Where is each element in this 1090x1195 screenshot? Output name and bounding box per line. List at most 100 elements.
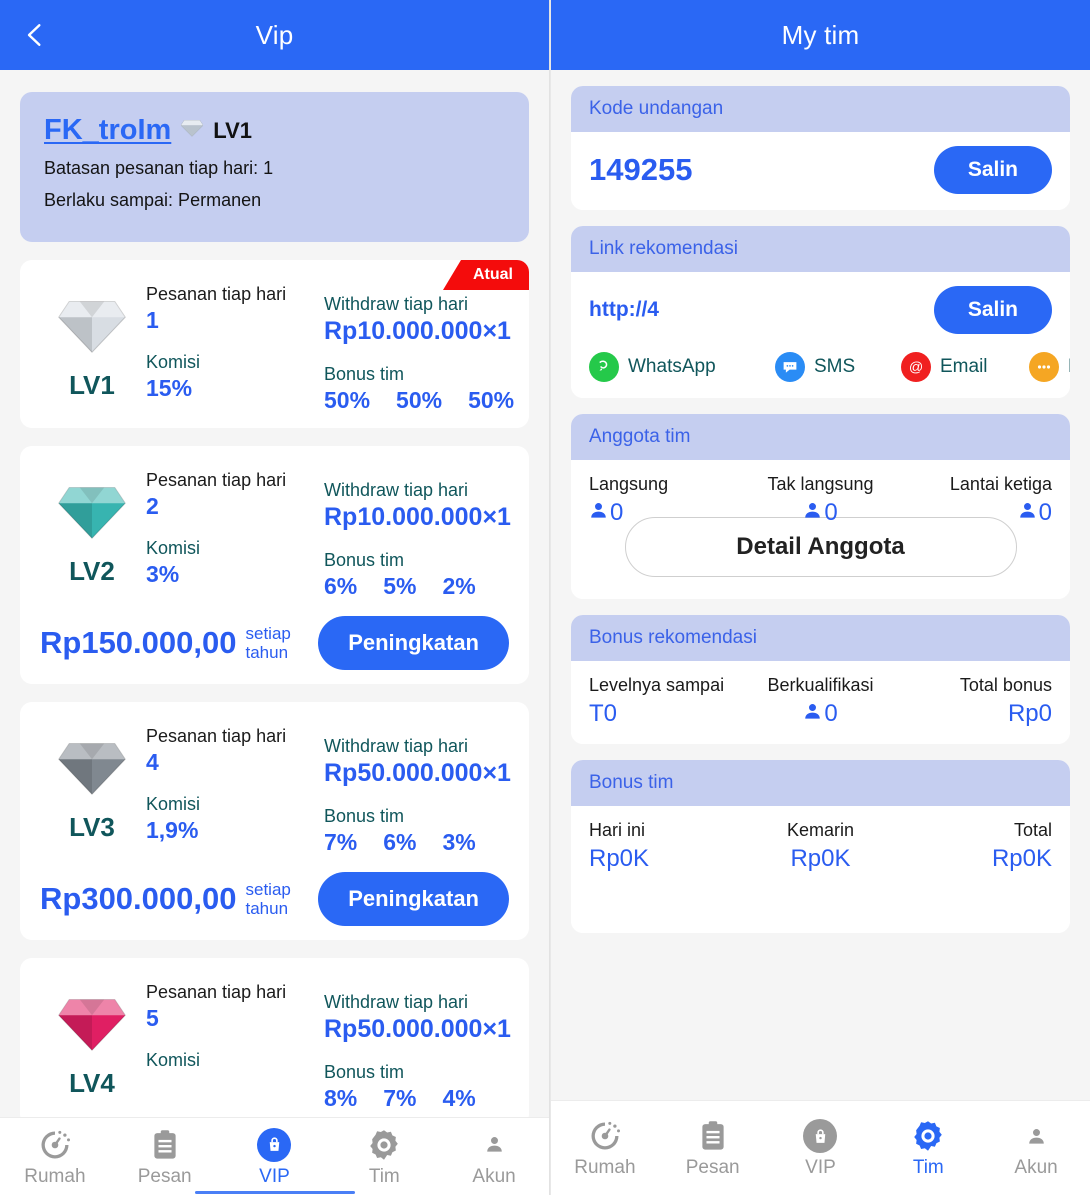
tim-bottom-tabbar: Rumah Pesan VIP Tim Akun bbox=[551, 1100, 1090, 1195]
tab-pesan[interactable]: Pesan bbox=[110, 1126, 220, 1188]
invite-code-value: 149255 bbox=[589, 152, 693, 187]
vip-level-card[interactable]: LV2 Pesanan tiap hari 2 Komisi 3% Withdraw ti… bbox=[20, 446, 529, 685]
person-icon bbox=[1018, 499, 1037, 527]
invite-code-section: Kode undangan 149255 Salin bbox=[571, 86, 1070, 210]
level-label: LV4 bbox=[69, 1068, 115, 1099]
profile-level: LV1 bbox=[213, 117, 253, 143]
section-title: Link rekomendasi bbox=[589, 238, 738, 259]
commission-value: 3% bbox=[146, 561, 180, 588]
tab-tim[interactable]: Tim bbox=[874, 1117, 982, 1179]
tab-label: Akun bbox=[472, 1165, 516, 1187]
tab-tim[interactable]: Tim bbox=[329, 1126, 439, 1188]
share-option-email[interactable]: @ Email bbox=[901, 352, 1029, 382]
referral-link-body: http://4 Salin WhatsApp SMS @ Email Mais bbox=[571, 272, 1070, 398]
bonus-rec-value: T0 bbox=[589, 700, 618, 727]
tab-rumah[interactable]: Rumah bbox=[551, 1117, 659, 1179]
withdraw-value: Rp50.000.000×1 bbox=[324, 759, 511, 788]
speedometer-icon bbox=[36, 1126, 74, 1164]
bonus-recommendation-header: Bonus rekomendasi bbox=[571, 615, 1070, 661]
person-icon bbox=[1017, 1117, 1055, 1155]
tab-pesan[interactable]: Pesan bbox=[659, 1117, 767, 1179]
diamond-icon bbox=[55, 996, 129, 1052]
team-bonus-value: 7% bbox=[383, 1085, 417, 1112]
team-bonus-label: Bonus tim bbox=[324, 1062, 405, 1083]
svg-text:@: @ bbox=[909, 360, 923, 376]
team-bonus-body: Hari ini Rp0K Kemarin Rp0K Total Rp0K bbox=[571, 806, 1070, 933]
section-title: Kode undangan bbox=[589, 98, 724, 119]
orders-per-day-label: Pesanan tiap hari bbox=[146, 726, 287, 747]
referral-link-value[interactable]: http://4 bbox=[589, 298, 659, 322]
vip-scroll-area[interactable]: FK_troIm LV1 Batasan pesanan tiap hari: … bbox=[0, 70, 549, 1195]
team-bonus-label: Kemarin bbox=[786, 820, 854, 840]
tim-scroll-area[interactable]: Kode undangan 149255 Salin Link rekomend… bbox=[551, 70, 1090, 1195]
tab-akun[interactable]: Akun bbox=[982, 1117, 1090, 1179]
tab-label: Pesan bbox=[137, 1165, 192, 1187]
member-count-value: 0 bbox=[898, 499, 1052, 527]
invite-code-body: 149255 Salin bbox=[571, 132, 1070, 210]
share-option-sms[interactable]: SMS bbox=[775, 352, 901, 382]
lock-bag-icon bbox=[255, 1126, 293, 1164]
share-option-mais[interactable]: Mais bbox=[1029, 352, 1070, 382]
member-count-cell: Langsung 0 bbox=[589, 474, 743, 527]
diamond-icon bbox=[55, 484, 129, 540]
bonus-rec-value: Rp0 bbox=[1007, 700, 1052, 727]
tab-rumah[interactable]: Rumah bbox=[0, 1126, 110, 1188]
withdraw-label: Withdraw tiap hari bbox=[324, 294, 469, 314]
team-bonus-cell: Kemarin Rp0K bbox=[743, 820, 897, 873]
member-count-label: Lantai ketiga bbox=[949, 474, 1052, 494]
vip-level-card[interactable]: LV3 Pesanan tiap hari 4 Komisi 1,9% Withdraw … bbox=[20, 702, 529, 941]
profile-validity: Berlaku sampai: Permanen bbox=[44, 190, 262, 210]
section-title: Bonus rekomendasi bbox=[589, 627, 757, 648]
tab-vip[interactable]: VIP bbox=[220, 1126, 330, 1188]
team-bonus-value: 6% bbox=[383, 829, 417, 856]
commission-label: Komisi bbox=[146, 794, 201, 815]
tab-akun[interactable]: Akun bbox=[439, 1126, 549, 1188]
status-badge: Atual bbox=[443, 260, 529, 290]
referral-link-section: Link rekomendasi http://4 Salin WhatsApp… bbox=[571, 226, 1070, 398]
team-bonus-value: 2% bbox=[442, 573, 476, 600]
tim-panel: My tim Kode undangan 149255 Salin Link r… bbox=[550, 0, 1090, 1195]
bonus-recommendation-row: Levelnya sampai T0 Berkualifikasi 0 Total bo… bbox=[589, 675, 1052, 728]
sms-bubble-icon bbox=[775, 352, 805, 382]
upgrade-button[interactable]: Peningkatan bbox=[318, 872, 509, 927]
tab-label: Tim bbox=[912, 1157, 944, 1178]
bonus-recommendation-body: Levelnya sampai T0 Berkualifikasi 0 Total bo… bbox=[571, 661, 1070, 744]
diamond-icon bbox=[55, 298, 129, 354]
team-bonus-header: Bonus tim bbox=[571, 760, 1070, 806]
level-label: LV3 bbox=[69, 812, 115, 843]
copy-invite-code-button[interactable]: Salin bbox=[933, 146, 1052, 194]
bonus-rec-cell: Levelnya sampai T0 bbox=[589, 675, 743, 728]
member-count-label: Tak langsung bbox=[767, 474, 874, 494]
team-members-header: Anggota tim bbox=[571, 414, 1070, 460]
vip-level-list: Atual LV1 Pesanan tiap hari 1 Komisi 15% Withd… bbox=[20, 260, 529, 1127]
lock-bag-icon bbox=[801, 1117, 839, 1155]
share-option-whatsapp[interactable]: WhatsApp bbox=[589, 352, 775, 382]
upgrade-button[interactable]: Peningkatan bbox=[318, 616, 509, 671]
referral-link-header: Link rekomendasi bbox=[571, 226, 1070, 272]
back-chevron-icon[interactable] bbox=[22, 22, 48, 48]
team-bonus-row: Hari ini Rp0K Kemarin Rp0K Total Rp0K bbox=[589, 820, 1052, 873]
team-bonus-value: 50% bbox=[396, 387, 443, 414]
tab-vip[interactable]: VIP bbox=[767, 1117, 875, 1179]
vip-level-card[interactable]: Atual LV1 Pesanan tiap hari 1 Komisi 15% Withd… bbox=[20, 260, 529, 429]
vip-level-card[interactable]: LV4 Pesanan tiap hari 5 Komisi Withdraw tiap… bbox=[20, 958, 529, 1127]
vip-panel: Vip FK_troIm LV1 Batasan pesanan tiap ha… bbox=[0, 0, 550, 1195]
speedometer-icon bbox=[586, 1117, 624, 1155]
dual-phone-screenshot: Vip FK_troIm LV1 Batasan pesanan tiap ha… bbox=[0, 0, 1090, 1195]
bonus-rec-cell: Total bonus Rp0 bbox=[898, 675, 1052, 728]
team-bonus-value: Rp0K bbox=[790, 845, 851, 872]
withdraw-label: Withdraw tiap hari bbox=[324, 480, 469, 501]
tab-label: Rumah bbox=[24, 1165, 86, 1187]
page-title: Vip bbox=[255, 19, 294, 50]
profile-username[interactable]: FK_troIm bbox=[44, 114, 171, 147]
commission-value: 15% bbox=[146, 375, 193, 402]
team-bonus-label: Bonus tim bbox=[324, 806, 405, 827]
person-icon bbox=[803, 499, 822, 527]
profile-card: FK_troIm LV1 Batasan pesanan tiap hari: … bbox=[20, 92, 529, 242]
team-bonus-value: 6% bbox=[324, 573, 358, 600]
person-icon bbox=[803, 700, 822, 728]
withdraw-label: Withdraw tiap hari bbox=[324, 992, 469, 1013]
member-count-value: 0 bbox=[589, 499, 743, 527]
copy-referral-link-button[interactable]: Salin bbox=[933, 286, 1052, 334]
team-bonus-value: 3% bbox=[442, 829, 476, 856]
